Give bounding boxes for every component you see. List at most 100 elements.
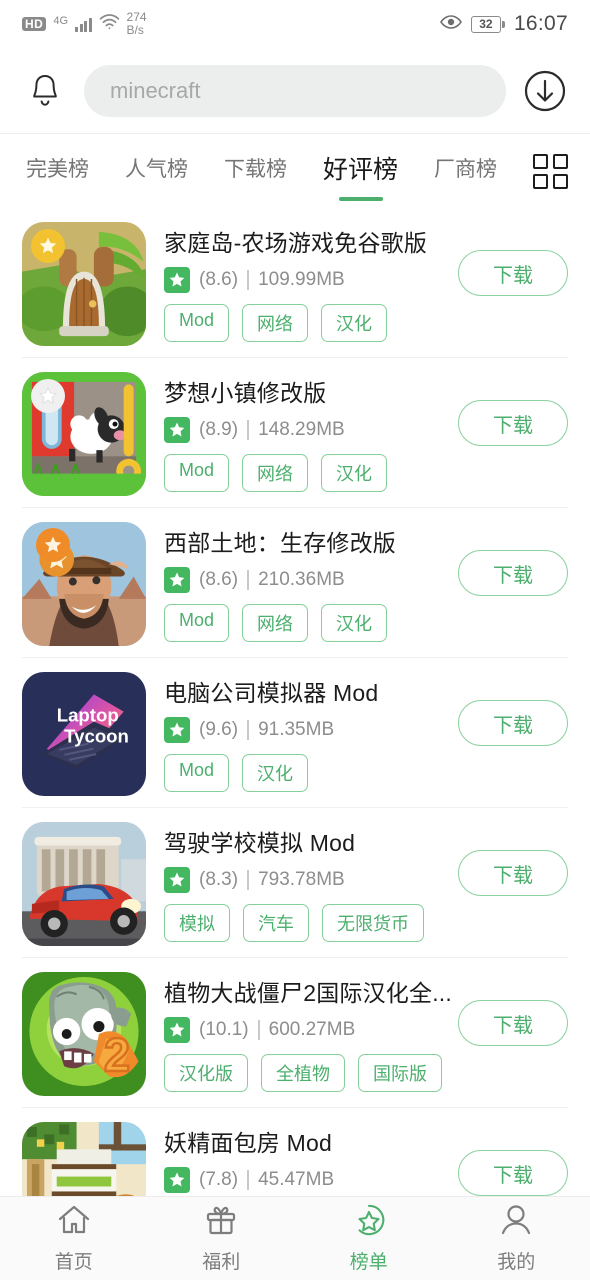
app-icon-laptop-tycoon: Laptop Tycoon: [22, 672, 146, 796]
app-tag[interactable]: Mod: [164, 454, 230, 492]
hd-icon: HD: [22, 17, 47, 31]
app-icon-west-land-cowboy: [22, 522, 146, 646]
list-item[interactable]: 家庭岛-农场游戏免谷歌版 (8.6) 109.99MB Mod 网络 汉化 下载: [0, 208, 590, 358]
gift-icon: [204, 1204, 238, 1242]
app-list: 家庭岛-农场游戏免谷歌版 (8.6) 109.99MB Mod 网络 汉化 下载: [0, 208, 590, 1258]
download-button[interactable]: 下载: [458, 850, 568, 896]
network-type-label: 4G: [53, 15, 69, 27]
tab-haoping[interactable]: 好评榜: [323, 150, 398, 192]
nav-item-ranking[interactable]: 榜单: [295, 1197, 443, 1280]
app-score: (9.6): [199, 719, 239, 740]
app-tag[interactable]: Mod: [164, 604, 230, 642]
icon-text-line1: Laptop: [57, 705, 119, 726]
nav-label-welfare: 福利: [202, 1251, 241, 1273]
app-tag[interactable]: 汽车: [243, 904, 309, 942]
meta-divider: [257, 1020, 260, 1040]
nav-label-home: 首页: [54, 1251, 93, 1273]
app-size: 600.27MB: [268, 1019, 356, 1040]
app-score: (7.8): [199, 1169, 239, 1190]
list-item[interactable]: 西部土地：生存修改版 (8.6) 210.36MB Mod 网络 汉化 下载: [0, 508, 590, 658]
app-icon-township-sheep: [22, 372, 146, 496]
app-icon-pvz2-zombie: 2: [22, 972, 146, 1096]
download-button[interactable]: 下载: [458, 400, 568, 446]
score-star-icon: [164, 567, 190, 593]
list-item[interactable]: Laptop Tycoon 电脑公司模拟器 Mod (9.6) 91.35MB …: [0, 658, 590, 808]
eye-icon: [440, 14, 462, 35]
app-tags: Mod 网络 汉化: [164, 454, 568, 492]
app-tag[interactable]: 网络: [242, 304, 309, 342]
app-score: (8.9): [199, 419, 239, 440]
bottom-navigation: 首页 福利 榜单 我的: [0, 1196, 590, 1280]
nav-item-home[interactable]: 首页: [0, 1197, 148, 1280]
nav-item-welfare[interactable]: 福利: [148, 1197, 296, 1280]
app-tag[interactable]: 模拟: [164, 904, 230, 942]
svg-text:2: 2: [104, 1028, 130, 1081]
battery-icon: 32: [470, 15, 505, 33]
app-score: (8.3): [199, 869, 239, 890]
download-circle-icon[interactable]: [522, 68, 568, 114]
speed-value: 274: [126, 10, 147, 24]
status-bar: HD 4G 274 B/s 32 16:07: [0, 0, 590, 48]
list-item[interactable]: 梦想小镇修改版 (8.9) 148.29MB Mod 网络 汉化 下载: [0, 358, 590, 508]
app-tag[interactable]: 汉化: [242, 754, 309, 792]
app-size: 793.78MB: [258, 869, 345, 890]
list-item[interactable]: 驾驶学校模拟 Mod (8.3) 793.78MB 模拟 汽车 无限货币 下载: [0, 808, 590, 958]
score-star-icon: [164, 1167, 190, 1193]
app-tags: Mod 网络 汉化: [164, 604, 568, 642]
score-star-icon: [164, 867, 190, 893]
app-tag[interactable]: 汉化: [321, 454, 388, 492]
icon-text-line2: Tycoon: [64, 726, 129, 747]
download-button[interactable]: 下载: [458, 1150, 568, 1196]
app-icon-driving-school-car: [22, 822, 146, 946]
app-tag[interactable]: 汉化: [321, 604, 388, 642]
speed-unit: B/s: [126, 23, 144, 37]
meta-divider: [247, 870, 250, 890]
tab-changshang[interactable]: 厂商榜: [434, 153, 497, 189]
app-tag[interactable]: 网络: [242, 604, 309, 642]
grid-menu-icon[interactable]: [533, 153, 569, 189]
signal-strength-icon: [75, 17, 92, 32]
app-tags: Mod 汉化: [164, 754, 568, 792]
download-button[interactable]: 下载: [458, 1000, 568, 1046]
app-screen: HD 4G 274 B/s 32 16:07 minecraft 完美榜 人气榜…: [0, 0, 590, 1280]
tab-renqi[interactable]: 人气榜: [125, 153, 188, 189]
score-star-icon: [164, 717, 190, 743]
app-tags: Mod 网络 汉化: [164, 304, 568, 342]
app-tag[interactable]: 汉化版: [164, 1054, 248, 1092]
app-tag[interactable]: 国际版: [358, 1054, 442, 1092]
rank-badge-icon: [31, 379, 65, 413]
search-header: [0, 48, 590, 133]
app-tag[interactable]: Mod: [164, 754, 230, 792]
app-tag[interactable]: 网络: [242, 454, 309, 492]
app-tag[interactable]: 汉化: [321, 304, 388, 342]
nav-item-profile[interactable]: 我的: [443, 1197, 590, 1280]
rank-badge-icon: [36, 528, 70, 562]
download-button[interactable]: 下载: [458, 550, 568, 596]
meta-divider: [247, 720, 250, 740]
battery-level: 32: [470, 15, 501, 33]
nav-label-profile: 我的: [497, 1251, 536, 1273]
status-left-cluster: HD 4G 274 B/s: [22, 11, 147, 37]
app-tag[interactable]: 无限货币: [322, 904, 424, 942]
app-tags: 模拟 汽车 无限货币: [164, 904, 568, 942]
ranking-tabs: 完美榜 人气榜 下载榜 好评榜 厂商榜: [0, 134, 590, 208]
nav-label-ranking: 榜单: [349, 1251, 388, 1273]
status-right-cluster: 32 16:07: [440, 12, 568, 36]
download-button[interactable]: 下载: [458, 700, 568, 746]
app-icon-family-island: [22, 222, 146, 346]
download-button[interactable]: 下载: [458, 250, 568, 296]
rank-badge-icon: [31, 229, 65, 263]
score-star-icon: [164, 267, 190, 293]
bell-icon[interactable]: [22, 68, 68, 114]
app-tag[interactable]: Mod: [164, 304, 230, 342]
app-tag[interactable]: 全植物: [261, 1054, 345, 1092]
app-size: 45.47MB: [258, 1169, 335, 1190]
search-input[interactable]: [110, 77, 480, 104]
tab-xiazai[interactable]: 下载榜: [224, 153, 287, 189]
search-box[interactable]: [84, 64, 506, 117]
app-tags: 汉化版 全植物 国际版: [164, 1054, 568, 1092]
star-circle-icon: [352, 1204, 386, 1242]
tab-wanmei[interactable]: 完美榜: [26, 153, 89, 189]
list-item[interactable]: 2 植物大战僵尸2国际汉化全... (10.1) 600.27MB 汉化版 全植…: [0, 958, 590, 1108]
network-speed: 274 B/s: [127, 11, 147, 37]
